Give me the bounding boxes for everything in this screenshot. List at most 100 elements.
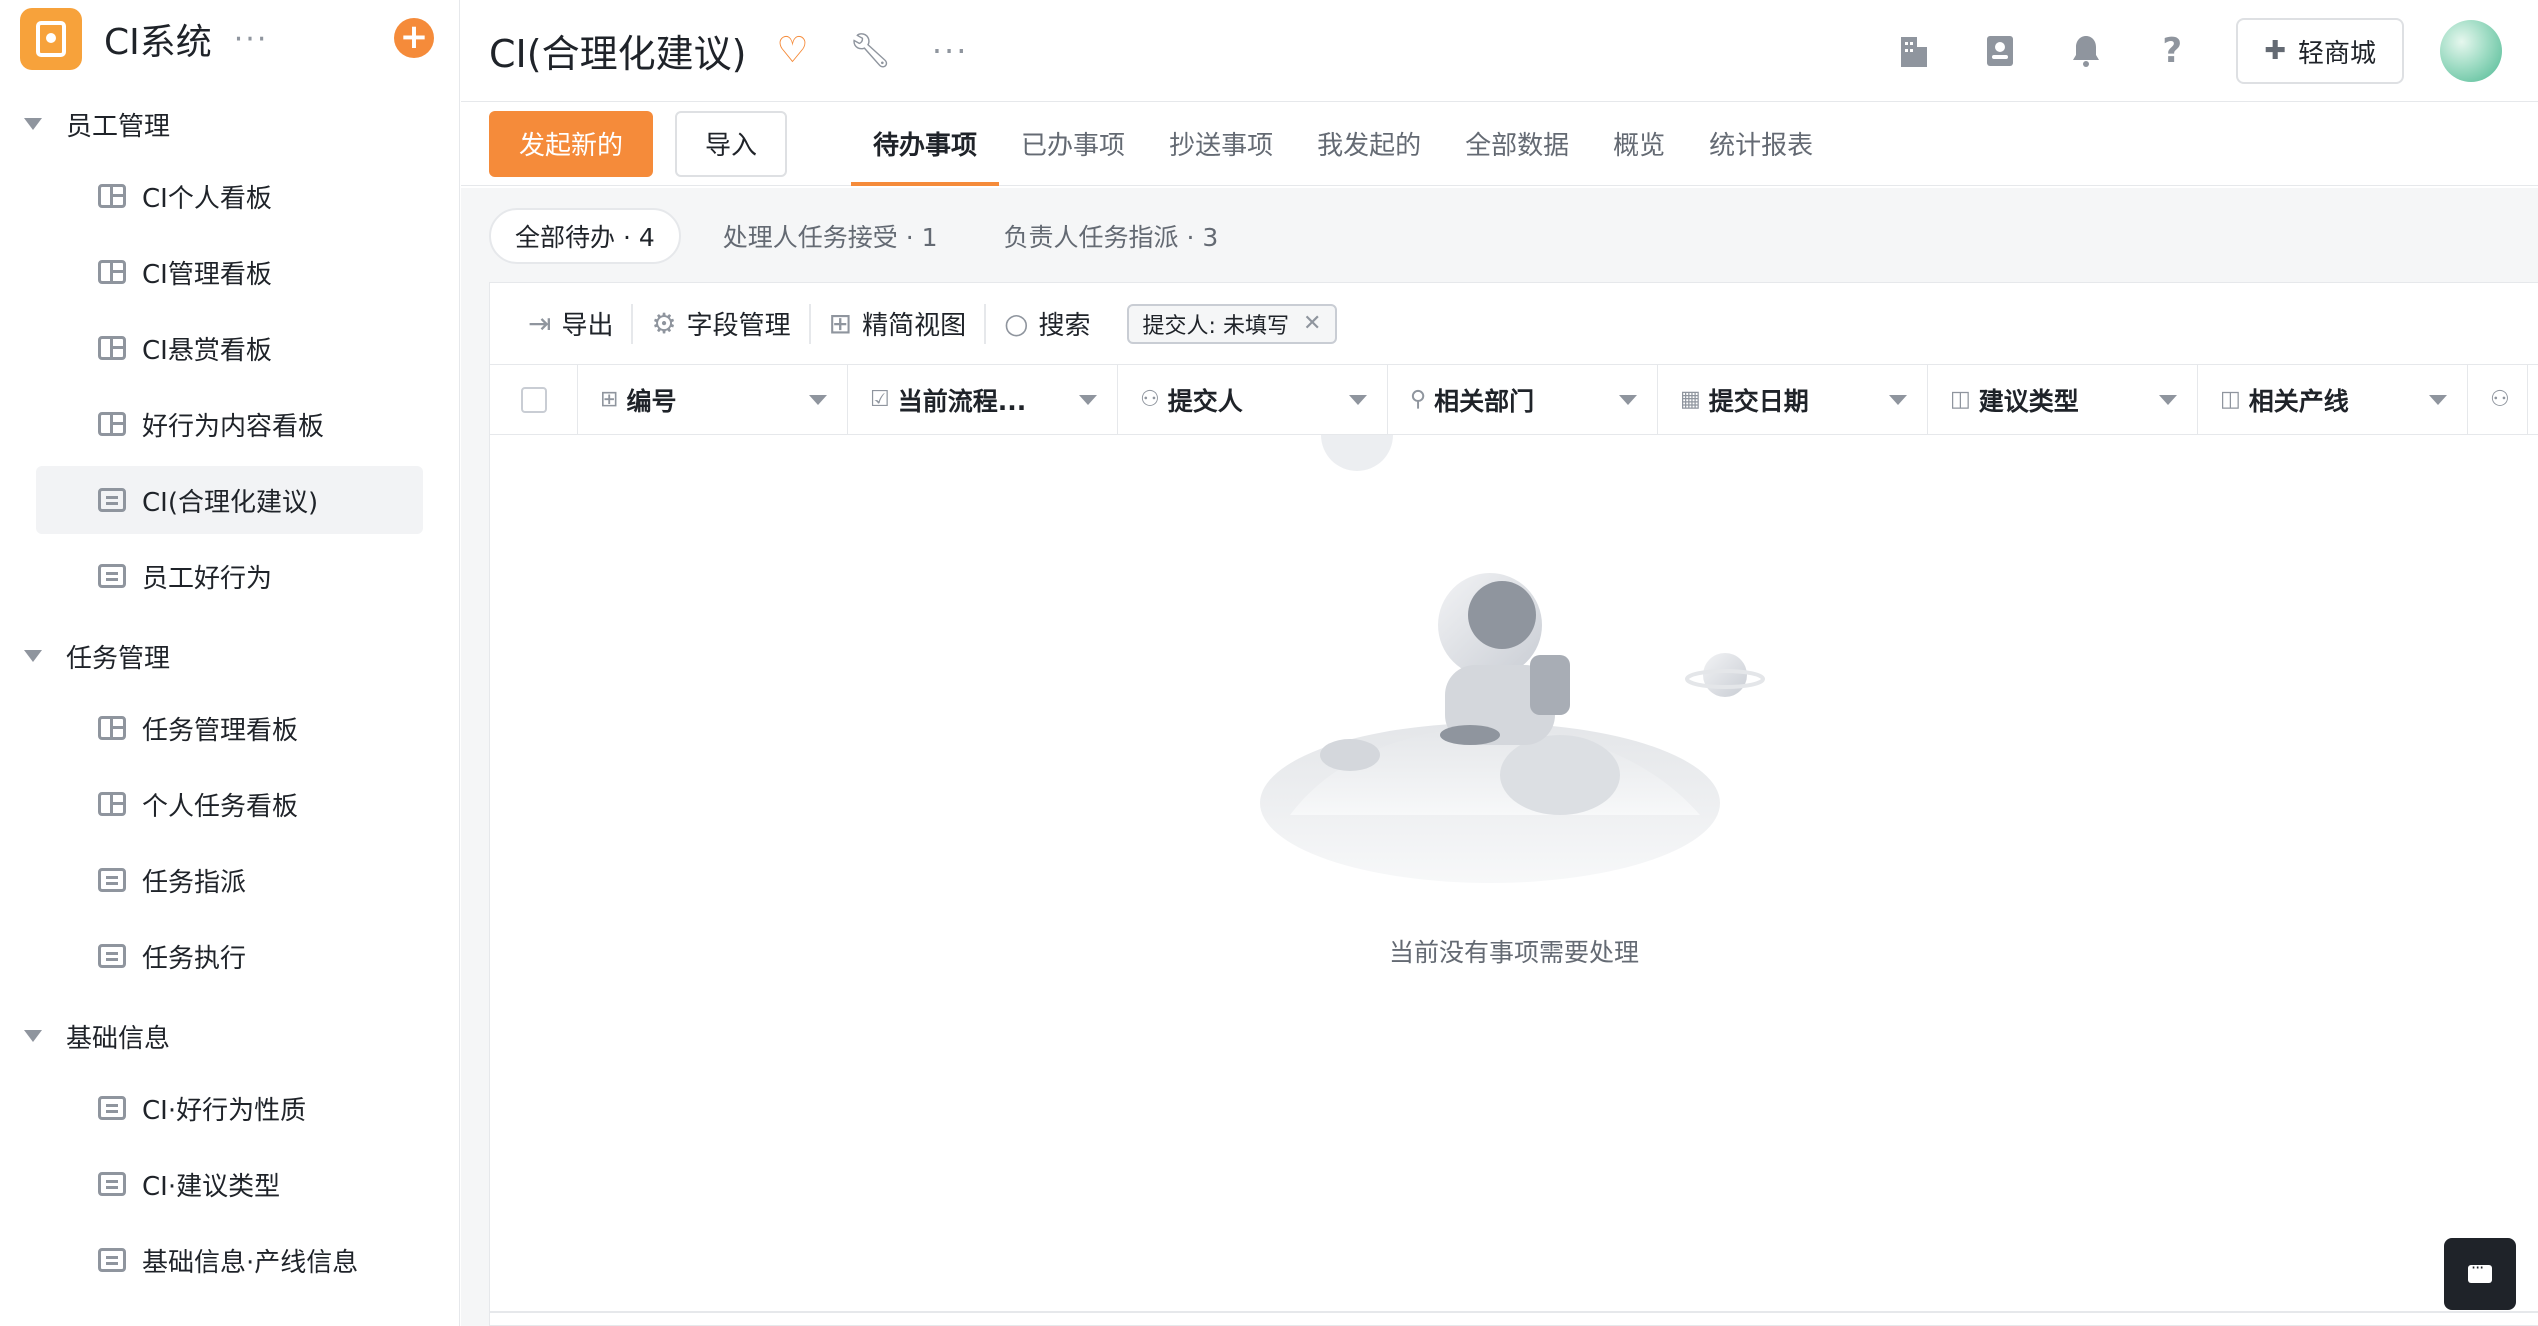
sidebar-group-title[interactable]: 员工管理 — [0, 86, 459, 162]
column-header[interactable]: ☑ 当前流程... — [848, 365, 1118, 434]
board-icon — [98, 716, 126, 740]
user-icon: ⚇ — [2490, 387, 2510, 412]
building-icon[interactable] — [1894, 31, 1934, 71]
filter-chip[interactable]: 负责人任务指派 · 3 — [980, 208, 1243, 264]
sidebar-item[interactable]: 任务管理看板 — [36, 694, 423, 762]
sidebar-item[interactable]: CI(合理化建议) — [36, 466, 423, 534]
sidebar-item-label: 任务指派 — [142, 867, 247, 898]
sidebar-item-label: 个人任务看板 — [142, 791, 299, 822]
chevron-down-icon[interactable] — [2429, 395, 2447, 405]
sidebar-item-label: 任务执行 — [142, 943, 247, 974]
tab[interactable]: 统计报表 — [1687, 102, 1835, 186]
field-manage-label: 字段管理 — [686, 311, 791, 341]
sidebar-item[interactable]: 任务指派 — [36, 846, 423, 914]
sidebar-item[interactable]: CI悬赏看板 — [36, 314, 423, 382]
select-all-checkbox[interactable] — [520, 386, 547, 413]
chevron-down-icon[interactable] — [1619, 395, 1637, 405]
chevron-down-icon[interactable] — [1349, 395, 1367, 405]
column-header-label: 编号 — [626, 386, 677, 416]
sidebar-item[interactable]: 任务执行 — [36, 922, 423, 990]
column-header[interactable]: ⊞ 编号 — [578, 365, 848, 434]
column-header-label: 相关部门 — [1434, 386, 1535, 416]
column-header[interactable]: ⚇ 提交人 — [1118, 365, 1388, 434]
view-button[interactable]: ⊞ 精简视图 — [811, 305, 984, 342]
view-tabs: 待办事项 已办事项 抄送事项 我发起的 全部数据 概览 统计报表 — [851, 102, 1835, 186]
app-logo[interactable] — [20, 8, 82, 70]
search-button[interactable]: ○ 搜索 — [986, 305, 1108, 342]
action-toolbar: 发起新的 导入 待办事项 已办事项 抄送事项 我发起的 全部数据 概览 统计报表 — [461, 102, 2538, 186]
column-header-label: 相关产线 — [2248, 386, 2349, 416]
collapse-triangle-icon — [24, 1030, 42, 1042]
close-icon[interactable]: ✕ — [1303, 311, 1321, 336]
filter-chip[interactable]: 处理人任务接受 · 1 — [699, 208, 962, 264]
sidebar-group-title[interactable]: 基础信息 — [0, 998, 459, 1074]
field-manage-button[interactable]: ⚙ 字段管理 — [633, 305, 808, 342]
board-icon — [98, 260, 126, 284]
chevron-down-icon[interactable] — [809, 395, 827, 405]
form-icon — [98, 564, 126, 588]
sidebar-item[interactable]: CI个人看板 — [36, 162, 423, 230]
column-header-partial[interactable]: ⚇ — [2468, 365, 2528, 434]
sidebar-item-label: CI·建议类型 — [142, 1171, 281, 1202]
chat-button[interactable] — [2444, 1238, 2516, 1310]
topbar: CI(合理化建议) ♡ 🔧︎ ··· ? ✚ 轻商城 — [461, 0, 2538, 102]
new-button[interactable]: 发起新的 — [489, 110, 654, 177]
column-header[interactable]: ⚲ 相关部门 — [1388, 365, 1658, 434]
shop-button[interactable]: ✚ 轻商城 — [2236, 18, 2404, 84]
relation-icon: ◫ — [2220, 387, 2241, 412]
sidebar-item[interactable]: CI·建议类型 — [36, 1150, 423, 1218]
chevron-down-icon[interactable] — [1079, 395, 1097, 405]
sidebar-group-label: 基础信息 — [66, 1023, 171, 1054]
tab[interactable]: 概览 — [1591, 102, 1687, 186]
sidebar-item[interactable]: CI管理看板 — [36, 238, 423, 306]
content-area: 全部待办 · 4 处理人任务接受 · 1 负责人任务指派 · 3 ⇥ 导出 ⚙ 字段… — [461, 188, 2538, 1326]
sidebar-item[interactable]: 基础信息·产线信息 — [36, 1226, 423, 1294]
column-header[interactable]: ◫ 相关产线 — [2198, 365, 2468, 434]
sidebar-item[interactable]: 员工好行为 — [36, 542, 423, 610]
grid-toolbar: ⇥ 导出 ⚙ 字段管理 ⊞ 精简视图 ○ 搜索 提交人: 未填写 ✕ — [490, 283, 2538, 365]
chevron-down-icon[interactable] — [2159, 395, 2177, 405]
search-icon: ○ — [1004, 307, 1029, 340]
tab[interactable]: 已办事项 — [999, 102, 1147, 186]
add-icon[interactable]: + — [394, 18, 434, 58]
avatar[interactable] — [2440, 20, 2502, 82]
sidebar-item-label: CI个人看板 — [142, 183, 272, 214]
contacts-icon[interactable] — [1980, 31, 2020, 71]
favorite-heart-icon[interactable]: ♡ — [776, 30, 808, 71]
import-button[interactable]: 导入 — [675, 110, 788, 177]
filter-chip[interactable]: 全部待办 · 4 — [489, 208, 681, 264]
table-header: ⊞ 编号 ☑ 当前流程... ⚇ 提交人 ⚲ 相关部门 ▦ 提交日期 ◫ 建议类型 ◫ 相关产线 ⚇ — [490, 365, 2538, 435]
sidebar-item[interactable]: 好行为内容看板 — [36, 390, 423, 458]
view-label: 精简视图 — [862, 311, 967, 341]
help-icon[interactable]: ? — [2152, 31, 2192, 71]
tab[interactable]: 我发起的 — [1295, 102, 1443, 186]
bell-icon[interactable] — [2066, 31, 2106, 71]
sidebar-item[interactable]: 个人任务看板 — [36, 770, 423, 838]
sidebar-group-title[interactable]: 任务管理 — [0, 618, 459, 694]
tab[interactable]: 全部数据 — [1443, 102, 1591, 186]
chat-icon — [2468, 1258, 2492, 1283]
more-icon[interactable]: ··· — [234, 22, 269, 57]
export-label: 导出 — [561, 311, 614, 341]
sidebar-item-label: 任务管理看板 — [142, 715, 299, 746]
active-filter-tag[interactable]: 提交人: 未填写 ✕ — [1126, 303, 1338, 344]
calendar-icon: ▦ — [1680, 387, 1701, 412]
chevron-down-icon[interactable] — [1889, 395, 1907, 405]
more-icon[interactable]: ··· — [932, 32, 969, 70]
column-header-label: 建议类型 — [1978, 386, 2079, 416]
grid-view-icon: ⊞ — [828, 307, 853, 340]
sidebar-item-label: 基础信息·产线信息 — [142, 1247, 359, 1278]
column-header[interactable]: ▦ 提交日期 — [1658, 365, 1928, 434]
column-header-label: 提交人 — [1167, 386, 1243, 416]
board-icon — [98, 184, 126, 208]
data-grid: ⇥ 导出 ⚙ 字段管理 ⊞ 精简视图 ○ 搜索 提交人: 未填写 ✕ ⊞ 编号 … — [489, 282, 2538, 1326]
app-header: CI系统 ··· + — [0, 0, 459, 78]
tab[interactable]: 待办事项 — [851, 102, 1000, 186]
column-header[interactable]: ◫ 建议类型 — [1928, 365, 2198, 434]
sidebar-item[interactable]: CI·好行为性质 — [36, 1074, 423, 1142]
export-button[interactable]: ⇥ 导出 — [510, 305, 631, 342]
sidebar-item-label: 好行为内容看板 — [142, 411, 325, 442]
wrench-icon[interactable]: 🔧︎ — [849, 31, 892, 71]
tab[interactable]: 抄送事项 — [1147, 102, 1295, 186]
form-icon — [98, 488, 126, 512]
